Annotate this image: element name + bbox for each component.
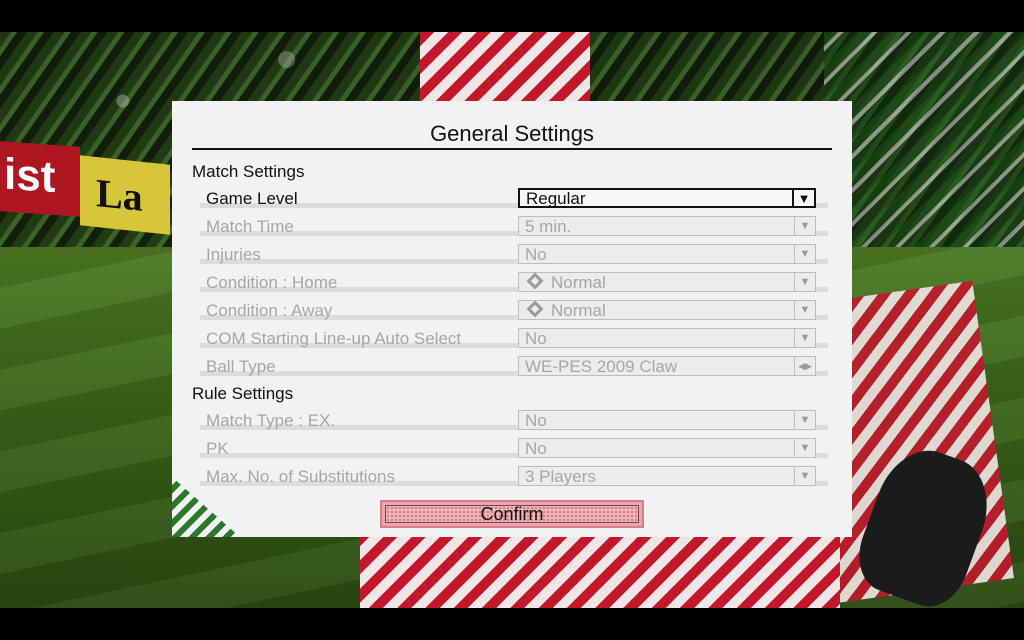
- setting-label: PK: [206, 439, 229, 458]
- ball-type-selector[interactable]: WE-PES 2009 Claw ◀▶: [518, 356, 816, 376]
- panel-title: General Settings: [430, 121, 594, 146]
- setting-row-max-substitutions[interactable]: Max. No. of Substitutions 3 Players ▼: [192, 464, 828, 490]
- condition-normal-icon: [526, 272, 544, 290]
- advertising-board-yellow: La: [80, 155, 170, 235]
- setting-row-match-type-ex[interactable]: Match Type : EX. No ▼: [192, 408, 828, 434]
- dropdown-value: Normal: [525, 300, 606, 320]
- setting-row-com-lineup[interactable]: COM Starting Line-up Auto Select No ▼: [192, 326, 828, 352]
- condition-home-dropdown[interactable]: Normal ▼: [518, 272, 816, 292]
- board-red-text: ist: [4, 149, 56, 203]
- setting-label: Max. No. of Substitutions: [206, 467, 395, 486]
- setting-row-match-time[interactable]: Match Time 5 min. ▼: [192, 214, 828, 240]
- player-shirt-top: [420, 32, 590, 112]
- dropdown-arrow-icon[interactable]: ▼: [794, 467, 815, 485]
- setting-label: Ball Type: [206, 357, 276, 376]
- board-yellow-text: La: [96, 169, 143, 220]
- general-settings-panel: General Settings Match Settings Game Lev…: [172, 101, 852, 537]
- dropdown-value: No: [525, 411, 547, 430]
- setting-row-game-level[interactable]: Game Level Regular ▼: [192, 186, 828, 212]
- dropdown-value: Normal: [525, 272, 606, 292]
- condition-value-text: Normal: [551, 273, 606, 292]
- dropdown-arrow-icon[interactable]: ▼: [794, 329, 815, 347]
- setting-row-condition-home[interactable]: Condition : Home Normal ▼: [192, 270, 828, 296]
- setting-row-ball-type[interactable]: Ball Type WE-PES 2009 Claw ◀▶: [192, 354, 828, 380]
- dropdown-value: No: [525, 439, 547, 458]
- setting-label: Injuries: [206, 245, 261, 264]
- dropdown-value: No: [525, 245, 547, 264]
- match-type-ex-dropdown[interactable]: No ▼: [518, 410, 816, 430]
- selector-value: WE-PES 2009 Claw: [525, 357, 678, 376]
- title-divider: [192, 148, 832, 150]
- setting-label: Condition : Home: [206, 273, 338, 292]
- rule-settings-heading: Rule Settings: [192, 384, 294, 403]
- setting-row-pk[interactable]: PK No ▼: [192, 436, 828, 462]
- dropdown-arrow-icon[interactable]: ▼: [792, 190, 814, 206]
- dropdown-value: Regular: [526, 189, 586, 208]
- injuries-dropdown[interactable]: No ▼: [518, 244, 816, 264]
- dropdown-arrow-icon[interactable]: ▼: [794, 273, 815, 291]
- confirm-button-label: Confirm: [385, 504, 639, 524]
- dropdown-arrow-icon[interactable]: ▼: [794, 439, 815, 457]
- pk-dropdown[interactable]: No ▼: [518, 438, 816, 458]
- setting-row-condition-away[interactable]: Condition : Away Normal ▼: [192, 298, 828, 324]
- dropdown-arrow-icon[interactable]: ▼: [794, 245, 815, 263]
- condition-value-text: Normal: [551, 301, 606, 320]
- dropdown-value: 5 min.: [525, 217, 572, 236]
- setting-label: Game Level: [206, 189, 298, 208]
- dropdown-arrow-icon[interactable]: ▼: [794, 217, 815, 235]
- game-level-dropdown[interactable]: Regular ▼: [518, 188, 816, 208]
- player-shirt-bottom: [360, 532, 840, 608]
- com-lineup-dropdown[interactable]: No ▼: [518, 328, 816, 348]
- dropdown-value: 3 Players: [525, 467, 596, 486]
- confirm-button[interactable]: Confirm: [380, 500, 644, 528]
- match-settings-heading: Match Settings: [192, 162, 305, 181]
- setting-label: Match Type : EX.: [206, 411, 336, 430]
- advertising-board-red: ist: [0, 141, 80, 217]
- dropdown-arrow-icon[interactable]: ▼: [794, 411, 815, 429]
- setting-label: COM Starting Line-up Auto Select: [206, 329, 462, 348]
- setting-label: Condition : Away: [206, 301, 333, 320]
- match-time-dropdown[interactable]: 5 min. ▼: [518, 216, 816, 236]
- setting-label: Match Time: [206, 217, 294, 236]
- left-right-arrows-icon[interactable]: ◀▶: [794, 357, 815, 375]
- max-substitutions-dropdown[interactable]: 3 Players ▼: [518, 466, 816, 486]
- condition-away-dropdown[interactable]: Normal ▼: [518, 300, 816, 320]
- dropdown-value: No: [525, 329, 547, 348]
- dropdown-arrow-icon[interactable]: ▼: [794, 301, 815, 319]
- setting-row-injuries[interactable]: Injuries No ▼: [192, 242, 828, 268]
- condition-normal-icon: [526, 300, 544, 318]
